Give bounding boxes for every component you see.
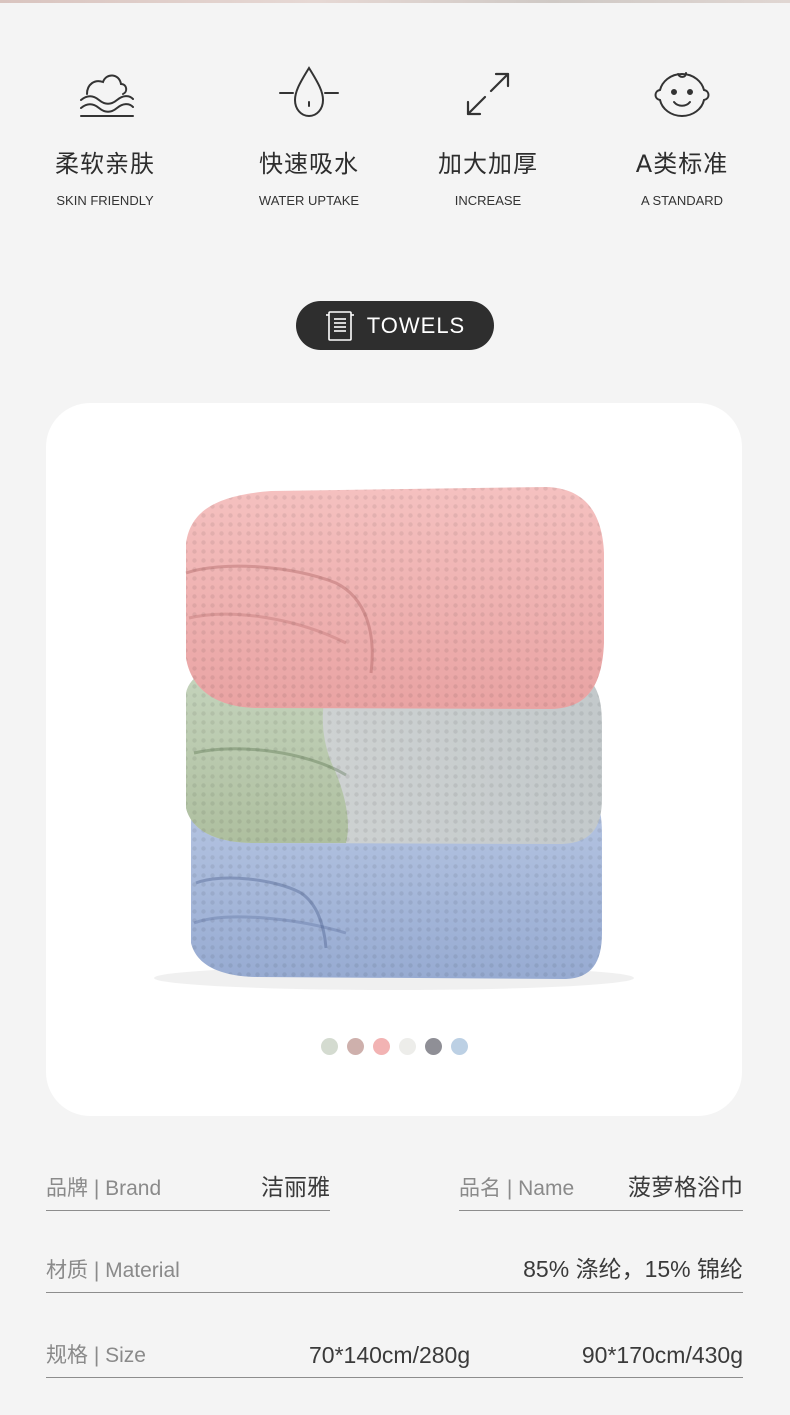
feature-title: A类标准: [635, 150, 729, 178]
color-swatch[interactable]: [346, 1038, 364, 1055]
feature-title: 快速吸水: [259, 150, 359, 178]
product-card: [46, 403, 742, 1116]
spec-material: 材质 | Material 85% 涤纶，15% 锦纶: [46, 1248, 743, 1293]
section-title: TOWELS: [366, 312, 466, 338]
baby-face-icon: [654, 72, 710, 118]
spec-value: 90*170cm/430g: [581, 1342, 743, 1368]
feature-a-standard: A类标准 A STANDARD: [592, 62, 772, 208]
top-image-edge: [0, 0, 790, 3]
feature-subtitle: A STANDARD: [640, 193, 724, 208]
towel-icon: [325, 310, 354, 341]
waves-icon: [80, 74, 134, 117]
feature-subtitle: WATER UPTAKE: [258, 193, 360, 208]
feature-title: 柔软亲肤: [55, 150, 155, 178]
color-swatch[interactable]: [372, 1038, 390, 1055]
stacked-towels-image: [154, 487, 634, 990]
spec-brand: 品牌 | Brand 洁丽雅: [46, 1166, 330, 1211]
feature-subtitle: SKIN FRIENDLY: [56, 193, 154, 208]
spec-value: 70*140cm/280g: [309, 1342, 471, 1368]
spec-label: 材质 | Material: [46, 1259, 180, 1282]
feature-subtitle: INCREASE: [454, 193, 522, 208]
spec-value: 85% 涤纶，15% 锦纶: [523, 1256, 743, 1282]
feature-water-uptake: 快速吸水 WATER UPTAKE: [219, 62, 399, 208]
color-swatch[interactable]: [424, 1038, 442, 1055]
spec-label: 品名 | Name: [459, 1177, 575, 1200]
spec-value: 洁丽雅: [261, 1174, 330, 1200]
spec-size: 规格 | Size 70*140cm/280g 90*170cm/430g: [46, 1333, 743, 1378]
spec-label: 规格 | Size: [46, 1344, 146, 1367]
spec-label: 品牌 | Brand: [46, 1177, 162, 1200]
spec-name: 品名 | Name 菠萝格浴巾: [459, 1166, 743, 1211]
expand-arrows-icon: [466, 72, 510, 116]
feature-increase: 加大加厚 INCREASE: [398, 62, 578, 208]
color-swatch[interactable]: [450, 1038, 468, 1055]
feature-title: 加大加厚: [438, 150, 538, 178]
color-swatch[interactable]: [320, 1038, 338, 1055]
feature-skin-friendly: 柔软亲肤 SKIN FRIENDLY: [15, 62, 195, 208]
color-swatch[interactable]: [398, 1038, 416, 1055]
spec-value: 菠萝格浴巾: [628, 1174, 743, 1200]
color-swatches: [46, 1038, 742, 1055]
section-pill-towels: TOWELS: [296, 301, 494, 350]
water-drop-icon: [279, 66, 339, 118]
